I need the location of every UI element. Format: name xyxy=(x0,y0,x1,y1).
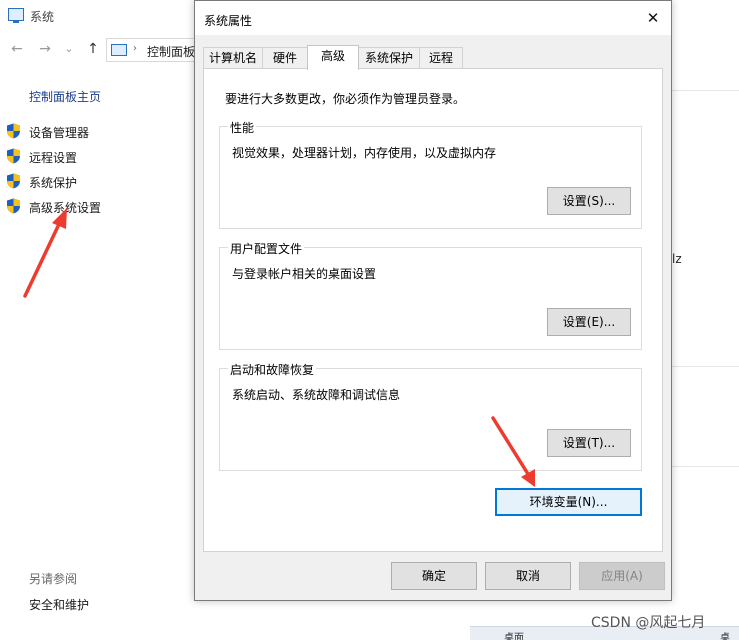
taskbar-item[interactable]: 桌面 xyxy=(504,629,524,640)
sidebar-item-system-protection[interactable]: 系统保护 xyxy=(6,172,186,192)
divider xyxy=(672,90,739,91)
sidebar-item-label: 设备管理器 xyxy=(29,126,90,140)
uac-shield-icon xyxy=(7,148,20,164)
close-icon[interactable]: ✕ xyxy=(641,8,665,28)
group-heading: 性能 xyxy=(228,119,257,136)
taskbar-item[interactable]: 桌面 xyxy=(720,629,739,640)
window-title: 系统 xyxy=(30,10,55,24)
breadcrumb[interactable]: 控制面板 xyxy=(147,43,195,60)
uac-shield-icon xyxy=(7,173,20,189)
dialog-titlebar[interactable]: 系统属性 ✕ xyxy=(195,1,671,35)
user-profiles-group: 用户配置文件 与登录帐户相关的桌面设置 设置(E)... xyxy=(219,240,642,350)
uac-shield-icon xyxy=(7,198,20,214)
user-profiles-settings-button[interactable]: 设置(E)... xyxy=(547,308,631,336)
recent-dropdown-icon[interactable]: ⌄ xyxy=(60,39,78,59)
performance-settings-button[interactable]: 设置(S)... xyxy=(547,187,631,215)
startup-recovery-group: 启动和故障恢复 系统启动、系统故障和调试信息 设置(T)... xyxy=(219,361,642,471)
truncated-text: lz xyxy=(672,252,682,266)
group-description: 与登录帐户相关的桌面设置 xyxy=(232,267,377,281)
see-also-heading: 另请参阅 xyxy=(29,572,78,586)
sidebar-item-device-manager[interactable]: 设备管理器 xyxy=(6,122,186,142)
group-heading: 用户配置文件 xyxy=(228,240,305,257)
group-description: 视觉效果，处理器计划，内存使用，以及虚拟内存 xyxy=(232,146,497,160)
uac-shield-icon xyxy=(7,123,20,139)
tab-system-protection[interactable]: 系统保护 xyxy=(358,47,420,69)
sidebar-item-label: 高级系统设置 xyxy=(29,201,102,215)
computer-icon xyxy=(111,44,127,56)
divider xyxy=(672,466,739,467)
forward-arrow-icon[interactable]: → xyxy=(36,39,54,59)
admin-notice: 要进行大多数更改，你必须作为管理员登录。 xyxy=(225,92,466,106)
cancel-button[interactable]: 取消 xyxy=(485,562,571,590)
group-heading: 启动和故障恢复 xyxy=(228,361,317,378)
sidebar-home-link[interactable]: 控制面板主页 xyxy=(29,88,101,105)
divider xyxy=(672,366,739,367)
ok-button[interactable]: 确定 xyxy=(391,562,477,590)
sidebar-item-advanced-system-settings[interactable]: 高级系统设置 xyxy=(6,197,186,217)
sidebar-item-label: 系统保护 xyxy=(29,176,78,190)
advanced-tab-panel: 要进行大多数更改，你必须作为管理员登录。 性能 视觉效果，处理器计划，内存使用，… xyxy=(203,68,663,552)
dialog-title: 系统属性 xyxy=(204,14,253,28)
security-maintenance-link[interactable]: 安全和维护 xyxy=(29,596,89,613)
sidebar-item-label: 远程设置 xyxy=(29,151,78,165)
computer-icon xyxy=(8,8,24,23)
tab-computer-name[interactable]: 计算机名 xyxy=(203,47,263,69)
system-properties-dialog: 系统属性 ✕ 计算机名 硬件 高级 系统保护 远程 要进行大多数更改，你必须作为… xyxy=(194,0,672,601)
sidebar-item-remote-settings[interactable]: 远程设置 xyxy=(6,147,186,167)
tab-remote[interactable]: 远程 xyxy=(419,47,463,69)
breadcrumb-separator: › xyxy=(133,43,137,54)
back-arrow-icon[interactable]: ← xyxy=(8,39,26,59)
address-bar[interactable]: › 控制面板 xyxy=(106,38,202,62)
tab-advanced[interactable]: 高级 xyxy=(307,45,359,70)
group-description: 系统启动、系统故障和调试信息 xyxy=(232,388,401,402)
performance-group: 性能 视觉效果，处理器计划，内存使用，以及虚拟内存 设置(S)... xyxy=(219,119,642,229)
apply-button: 应用(A) xyxy=(579,562,665,590)
up-arrow-icon[interactable]: ↑ xyxy=(84,39,102,59)
startup-recovery-settings-button[interactable]: 设置(T)... xyxy=(547,429,631,457)
environment-variables-button[interactable]: 环境变量(N)... xyxy=(495,488,642,516)
tab-hardware[interactable]: 硬件 xyxy=(262,47,308,69)
tab-strip: 计算机名 硬件 高级 系统保护 远程 xyxy=(203,45,663,70)
watermark: CSDN @风起七月 xyxy=(591,615,706,631)
